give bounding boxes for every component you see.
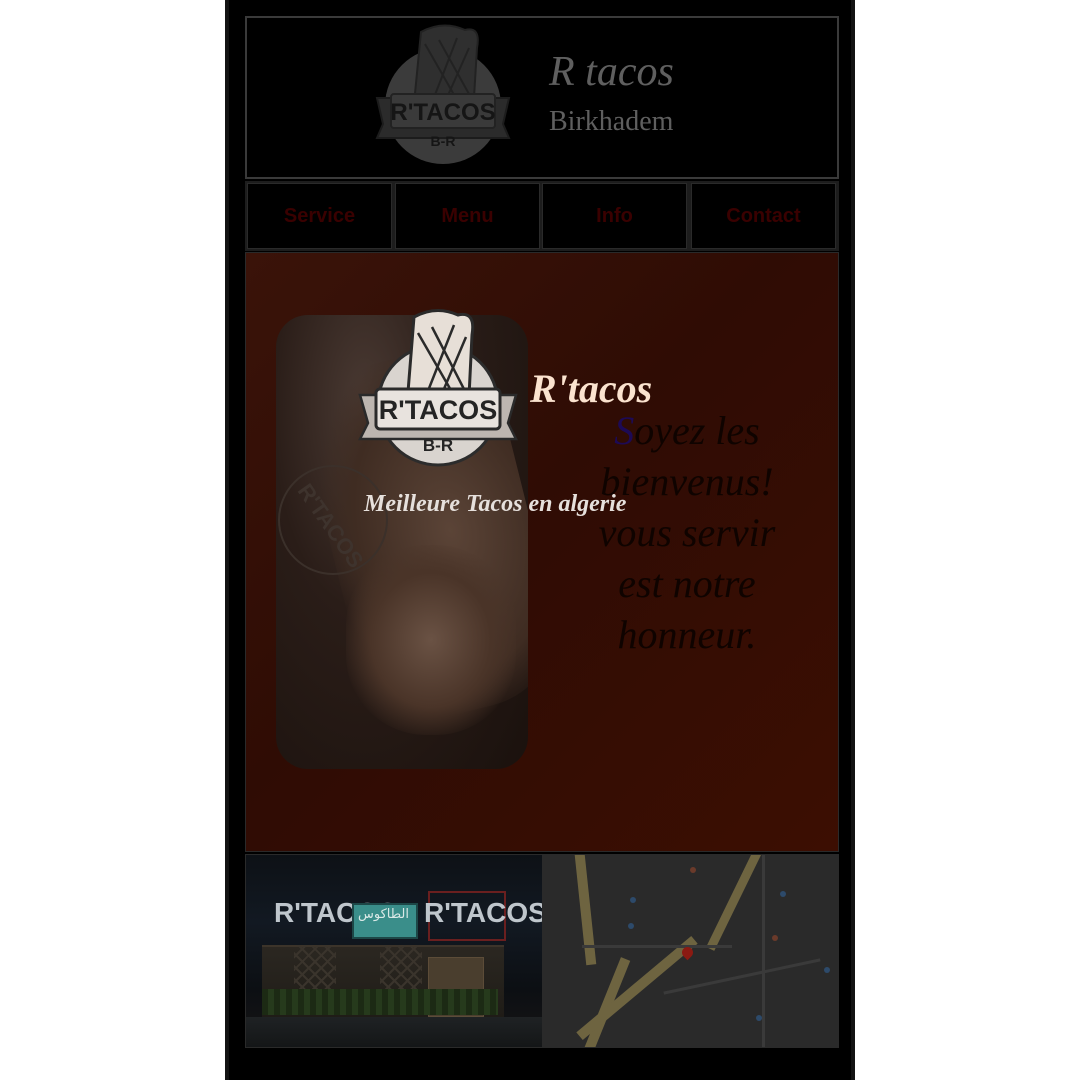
site-title: R tacos bbox=[549, 49, 674, 95]
hero-logo-text: R'TACOS bbox=[379, 395, 497, 425]
welcome-line-2: bienvenus! bbox=[600, 459, 774, 504]
welcome-line-4: est notre bbox=[618, 561, 756, 606]
hero-logo-sub: B-R bbox=[423, 436, 453, 455]
hero-section: R'TACOS R'TACOS B-R R'tacos Meilleure Ta… bbox=[245, 252, 839, 852]
site-header: R'TACOS B-R R tacos Birkhadem bbox=[245, 16, 839, 179]
location-map[interactable] bbox=[542, 855, 838, 1047]
nav-service[interactable]: Service bbox=[247, 183, 392, 249]
header-logo-sub: B-R bbox=[431, 133, 456, 149]
nav-info[interactable]: Info bbox=[542, 183, 687, 249]
storefront-photo: R'TACOS الطاكوس R'TACOS bbox=[246, 855, 542, 1047]
lattice-left bbox=[294, 945, 336, 993]
welcome-initial: S bbox=[614, 408, 635, 453]
nav-menu[interactable]: Menu bbox=[395, 183, 540, 249]
welcome-text: Soyez les bienvenus! vous servir est not… bbox=[572, 405, 802, 660]
welcome-line-3: vous servir bbox=[598, 510, 776, 555]
header-logo: R'TACOS B-R bbox=[375, 24, 511, 164]
footer-images: R'TACOS الطاكوس R'TACOS bbox=[245, 854, 839, 1048]
street bbox=[246, 1017, 542, 1047]
sign-middle-text: الطاكوس bbox=[358, 907, 409, 922]
nav-contact[interactable]: Contact bbox=[691, 183, 836, 249]
sign-right: R'TACOS bbox=[424, 897, 542, 928]
hero-logo: R'TACOS B-R bbox=[358, 309, 518, 467]
main-nav: Service Menu Info Contact bbox=[245, 181, 839, 251]
page: R'TACOS B-R R tacos Birkhadem Service Me… bbox=[229, 0, 851, 1080]
welcome-line-1: oyez les bbox=[634, 408, 760, 453]
lattice-right bbox=[380, 945, 422, 993]
hedge bbox=[262, 989, 498, 1015]
site-subtitle: Birkhadem bbox=[549, 106, 674, 137]
welcome-line-5: honneur. bbox=[617, 612, 757, 657]
phone-frame: R'TACOS B-R R tacos Birkhadem Service Me… bbox=[225, 0, 855, 1080]
header-logo-text: R'TACOS bbox=[390, 99, 495, 126]
sign-middle: الطاكوس bbox=[352, 903, 418, 939]
